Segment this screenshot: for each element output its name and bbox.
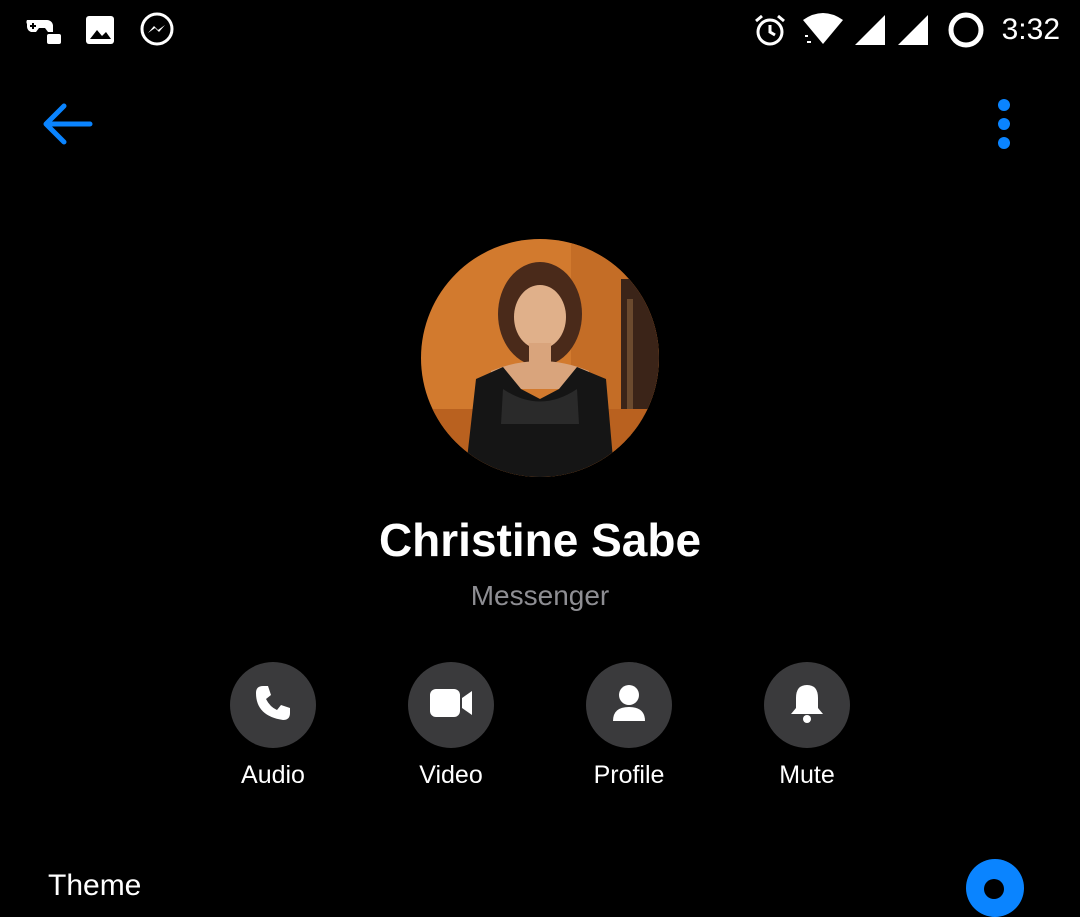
status-time: 3:32	[1001, 13, 1060, 46]
gallery-icon	[80, 10, 120, 50]
video-call-button[interactable]: Video	[386, 662, 516, 802]
phone-icon	[253, 683, 293, 728]
person-icon	[611, 683, 647, 728]
alarm-icon	[750, 10, 790, 50]
wifi-icon	[800, 10, 846, 50]
theme-swatch-dot	[984, 879, 1004, 899]
audio-label: Audio	[241, 761, 305, 789]
back-button[interactable]	[30, 90, 102, 162]
arrow-left-icon	[38, 100, 94, 153]
more-vertical-icon	[996, 98, 1012, 155]
theme-label: Theme	[48, 869, 142, 902]
theme-row[interactable]: Theme	[0, 850, 1080, 917]
profile-button[interactable]: Profile	[564, 662, 694, 802]
audio-call-button[interactable]: Audio	[208, 662, 338, 802]
video-camera-icon	[428, 686, 474, 725]
signal-icon	[850, 10, 890, 50]
mute-button[interactable]: Mute	[742, 662, 872, 802]
avatar[interactable]	[421, 239, 659, 477]
status-bar: 3:32	[0, 0, 1080, 60]
contact-name: Christine Sabe	[378, 514, 702, 566]
video-call-circle[interactable]	[408, 662, 494, 748]
audio-call-circle[interactable]	[230, 662, 316, 748]
bell-icon	[787, 682, 827, 729]
mute-label: Mute	[779, 761, 835, 789]
contact-subtitle: Messenger	[470, 580, 610, 611]
theme-color-swatch[interactable]	[966, 859, 1024, 917]
profile-circle[interactable]	[586, 662, 672, 748]
profile-label: Profile	[593, 761, 665, 789]
video-label: Video	[419, 761, 483, 789]
more-options-button[interactable]	[968, 90, 1040, 162]
mute-circle[interactable]	[764, 662, 850, 748]
battery-ring-icon	[946, 10, 986, 50]
messenger-icon	[137, 10, 177, 50]
signal-icon	[893, 10, 933, 50]
game-controller-icon	[22, 10, 62, 50]
